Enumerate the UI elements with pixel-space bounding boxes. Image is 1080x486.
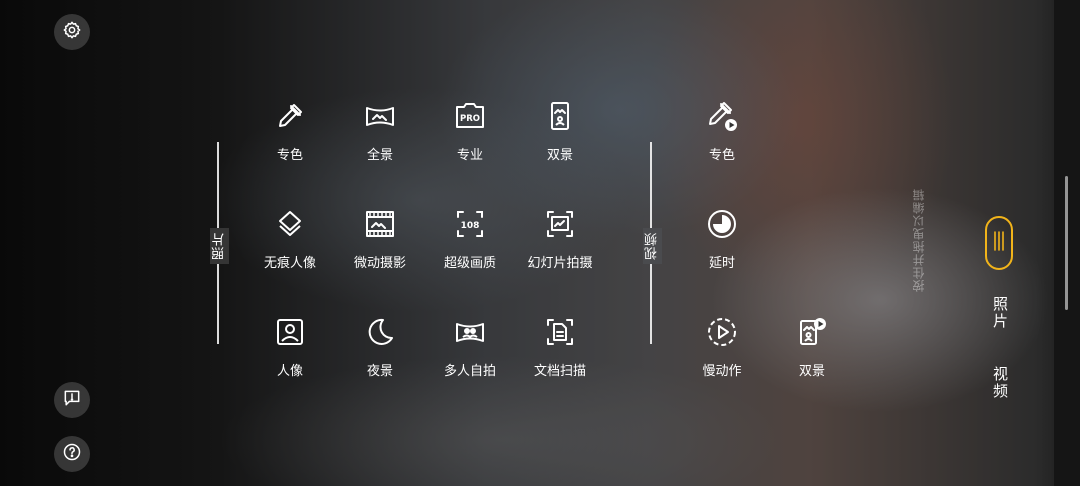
- mode-label: 无痕人像: [263, 256, 316, 271]
- mode-label: 延时: [708, 256, 735, 271]
- eyedropper-video-icon: [706, 100, 738, 132]
- help-icon: [62, 442, 82, 466]
- mode-photo-night[interactable]: 夜景: [335, 316, 425, 406]
- mode-photo-super-quality[interactable]: 108 超级画质: [425, 208, 515, 298]
- drag-handle[interactable]: [985, 216, 1013, 270]
- pro-icon: PRO: [454, 100, 486, 132]
- group-selfie-icon: [454, 316, 486, 348]
- scrollbar[interactable]: [1065, 176, 1068, 310]
- mode-photo-slideshow[interactable]: 幻灯片拍摄: [515, 208, 605, 298]
- mode-photo-seamless-portrait[interactable]: 无痕人像: [245, 208, 335, 298]
- drag-lines-icon: [992, 230, 1006, 256]
- timelapse-icon: [706, 208, 738, 240]
- mode-label: 双景: [798, 364, 825, 379]
- slideshow-icon: [544, 208, 576, 240]
- dual-view-icon: [544, 100, 576, 132]
- super-quality-icon: 108: [454, 208, 486, 240]
- svg-text:108: 108: [461, 221, 480, 231]
- settings-button[interactable]: [54, 14, 90, 50]
- eyedropper-icon: [274, 100, 306, 132]
- svg-text:PRO: PRO: [460, 114, 480, 124]
- mode-label: 慢动作: [702, 364, 742, 379]
- mode-video-color-splash[interactable]: 专色: [677, 100, 767, 190]
- mode-photo-portrait[interactable]: 人像: [245, 316, 335, 406]
- mode-label: 超级画质: [443, 256, 496, 271]
- mode-label: 专色: [708, 148, 735, 163]
- mode-label: 全景: [366, 148, 393, 163]
- panorama-icon: [364, 100, 396, 132]
- mode-label: 文档扫描: [533, 364, 586, 379]
- help-button[interactable]: [54, 436, 90, 472]
- feedback-button[interactable]: [54, 382, 90, 418]
- mode-video-slow-motion[interactable]: 慢动作: [677, 316, 767, 406]
- mode-label: 幻灯片拍摄: [527, 256, 593, 271]
- mode-label: 微动摄影: [353, 256, 406, 271]
- mode-photo-group-selfie[interactable]: 多人自拍: [425, 316, 515, 406]
- video-section-label: 视频: [643, 228, 662, 264]
- mode-photo-panorama[interactable]: 全景: [335, 100, 425, 190]
- mode-photo-document-scan[interactable]: 文档扫描: [515, 316, 605, 406]
- mode-label: 专业: [456, 148, 483, 163]
- dual-view-video-icon: [796, 316, 828, 348]
- mode-label: 夜景: [366, 364, 393, 379]
- mode-label: 双景: [546, 148, 573, 163]
- mode-video-dual-view[interactable]: 双景: [767, 316, 857, 406]
- mode-label: 多人自拍: [443, 364, 496, 379]
- layers-icon: [274, 208, 306, 240]
- mode-photo-dual-view[interactable]: 双景: [515, 100, 605, 190]
- mode-video-timelapse[interactable]: 延时: [677, 208, 767, 298]
- edit-hint-text: 按住并拖曳以编辑: [912, 188, 926, 292]
- tab-video[interactable]: 视频: [990, 366, 1011, 400]
- slow-motion-icon: [706, 316, 738, 348]
- mode-label: 人像: [276, 364, 303, 379]
- mode-photo-micro-motion[interactable]: 微动摄影: [335, 208, 425, 298]
- gear-icon: [62, 20, 82, 44]
- feedback-icon: [62, 388, 82, 412]
- mode-label: 专色: [276, 148, 303, 163]
- document-scan-icon: [544, 316, 576, 348]
- tab-photo[interactable]: 照片: [990, 296, 1011, 330]
- portrait-icon: [274, 316, 306, 348]
- film-icon: [364, 208, 396, 240]
- moon-icon: [364, 316, 396, 348]
- photo-section-label: 照片: [210, 228, 229, 264]
- mode-photo-pro[interactable]: PRO 专业: [425, 100, 515, 190]
- mode-photo-color-splash[interactable]: 专色: [245, 100, 335, 190]
